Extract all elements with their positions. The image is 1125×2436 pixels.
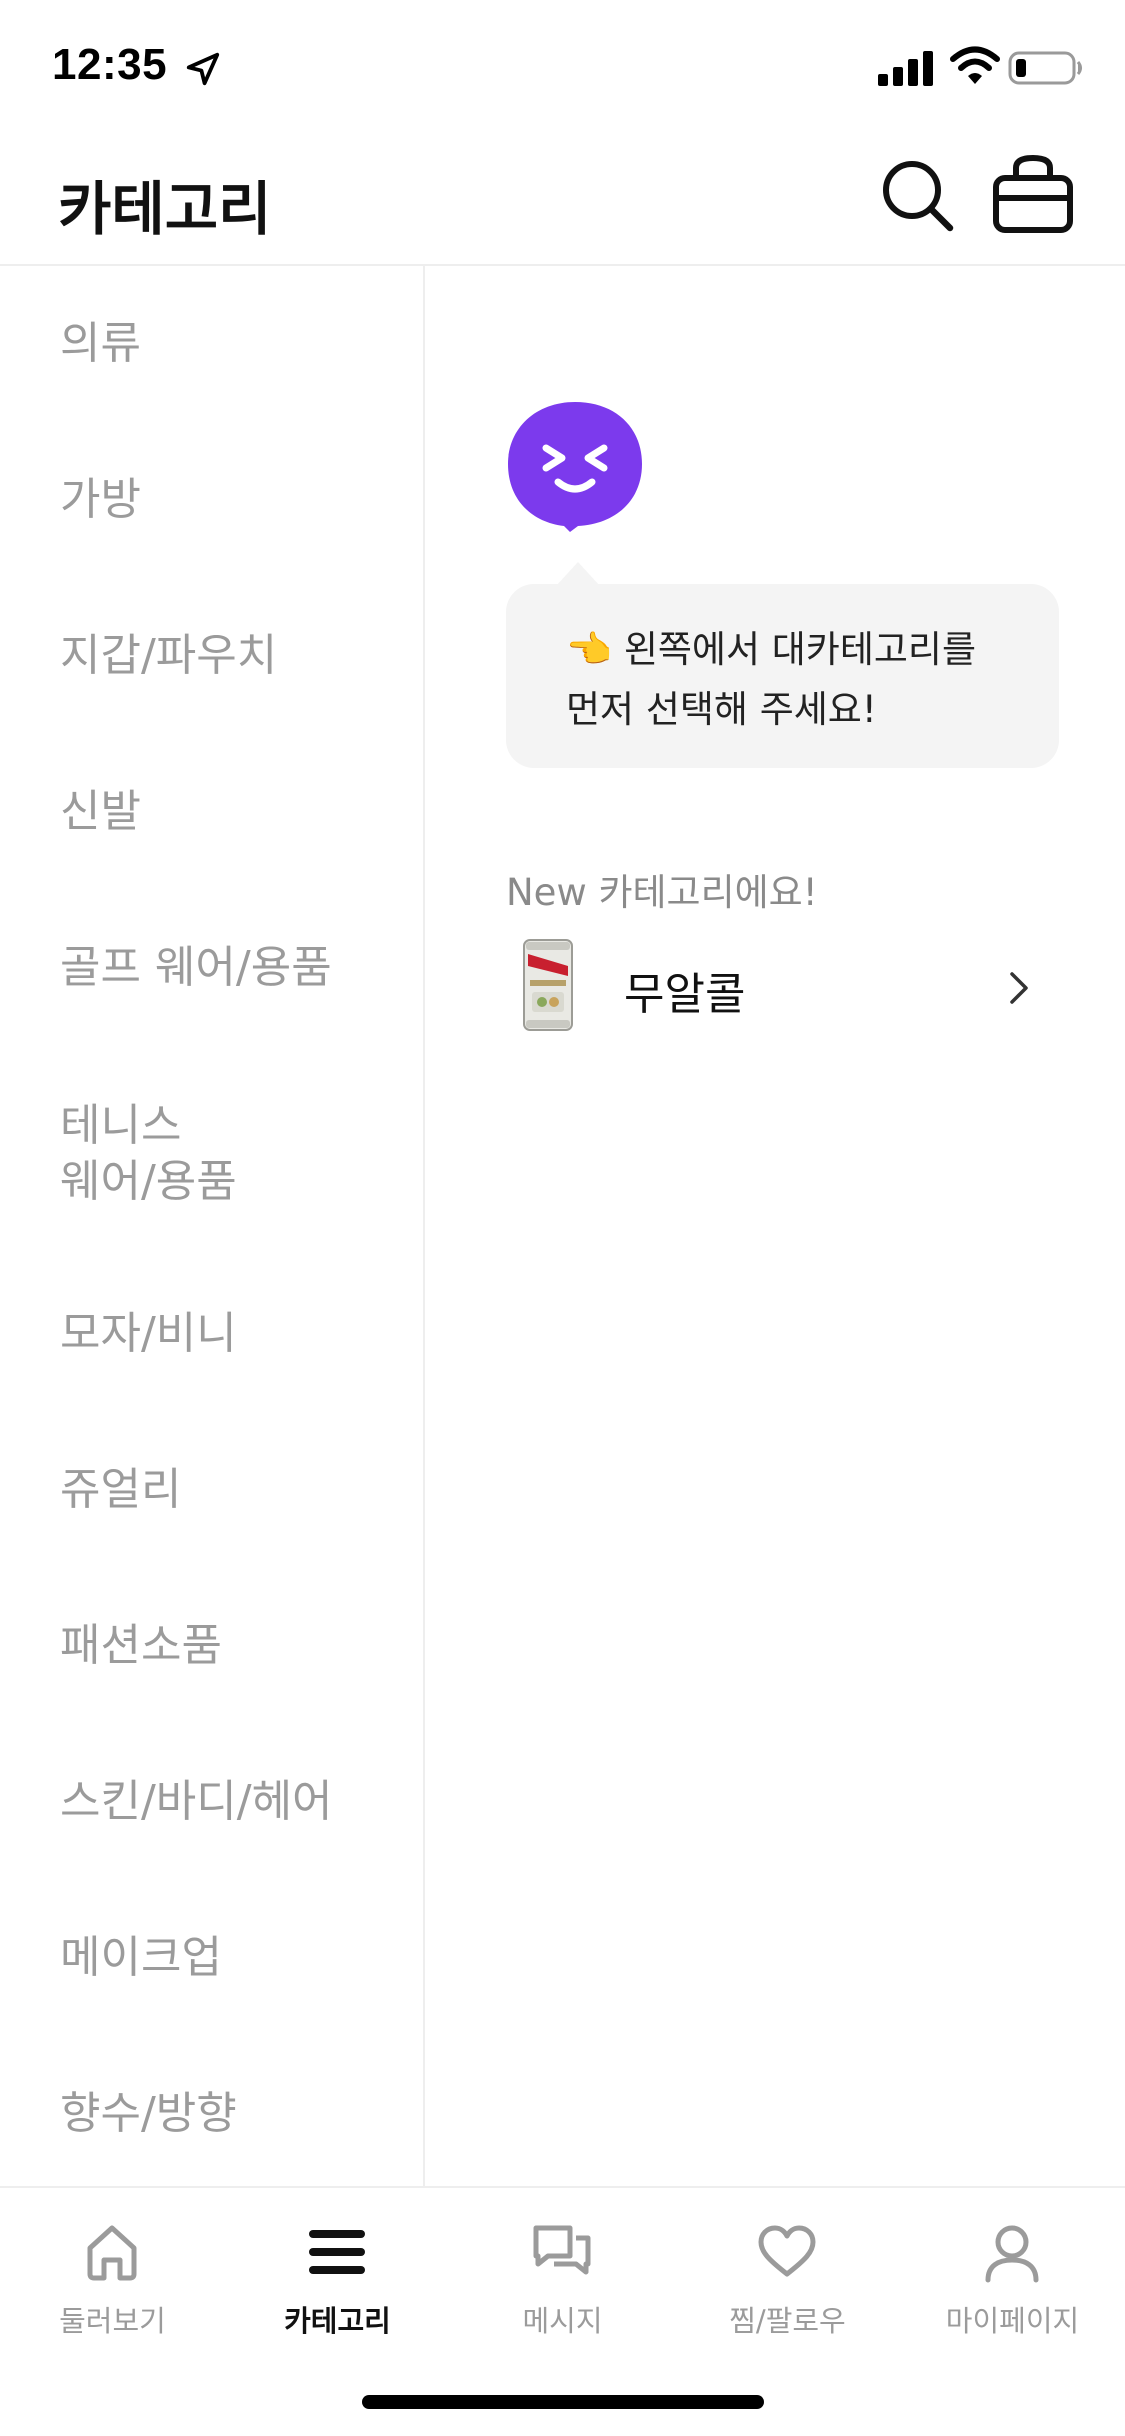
heart-icon bbox=[758, 2225, 816, 2277]
home-indicator bbox=[362, 2395, 764, 2409]
new-category-item[interactable]: 무알콜 bbox=[506, 930, 1059, 1040]
status-bar: 12:35 bbox=[0, 0, 1125, 132]
category-item-hats[interactable]: 모자/비니 bbox=[60, 1306, 400, 1362]
tab-browse-label: 둘러보기 bbox=[59, 2304, 166, 2338]
bubble-tail bbox=[556, 562, 600, 586]
category-item-shoes[interactable]: 신발 bbox=[60, 784, 400, 840]
category-item-tennis-line1: 테니스 bbox=[60, 1100, 182, 1151]
page-title: 카테고리 bbox=[58, 175, 272, 243]
smiling-face-icon bbox=[508, 402, 642, 532]
new-category-label: 무알콜 bbox=[624, 969, 746, 1020]
guide-text-line2: 먼저 선택해 주세요! bbox=[566, 688, 877, 731]
chat-icon bbox=[533, 2225, 591, 2275]
user-icon bbox=[985, 2225, 1039, 2283]
category-item-jewelry[interactable]: 쥬얼리 bbox=[60, 1462, 400, 1518]
new-category-heading: New 카테고리에요! bbox=[506, 871, 818, 914]
category-item-clothing[interactable]: 의류 bbox=[60, 316, 400, 372]
shopping-bag-icon bbox=[993, 154, 1073, 233]
category-item-skin-body-hair[interactable]: 스킨/바디/헤어 bbox=[60, 1774, 400, 1830]
guide-text: 👈 왼쪽에서 대카테고리를 먼저 선택해 주세요! bbox=[566, 620, 1046, 740]
location-arrow-icon bbox=[186, 52, 220, 86]
category-item-bags[interactable]: 가방 bbox=[60, 472, 400, 528]
category-item-accessories[interactable]: 패션소품 bbox=[60, 1618, 400, 1674]
search-button[interactable] bbox=[876, 154, 960, 238]
chevron-right-icon bbox=[1010, 972, 1028, 1004]
category-item-makeup[interactable]: 메이크업 bbox=[60, 1930, 400, 1986]
category-page: 12:35 카테고리 의류 가방 지갑/파우치 신발 골프 웨어/용품 테니스 … bbox=[0, 0, 1125, 2436]
tab-mypage-label: 마이페이지 bbox=[945, 2304, 1080, 2338]
search-icon bbox=[883, 161, 954, 232]
wifi-icon bbox=[950, 46, 1000, 84]
tab-messages-label: 메시지 bbox=[522, 2304, 603, 2338]
signal-icon bbox=[878, 51, 933, 86]
guide-bubble: 👈 왼쪽에서 대카테고리를 먼저 선택해 주세요! bbox=[506, 584, 1059, 768]
tab-category[interactable]: 카테고리 bbox=[225, 2188, 450, 2358]
category-item-golf[interactable]: 골프 웨어/용품 bbox=[60, 940, 400, 996]
status-time: 12:35 bbox=[52, 40, 168, 89]
guide-text-line1: 👈 왼쪽에서 대카테고리를 bbox=[566, 628, 976, 671]
tab-wishlist[interactable]: 찜/팔로우 bbox=[675, 2188, 900, 2358]
tab-messages[interactable]: 메시지 bbox=[450, 2188, 675, 2358]
tab-browse[interactable]: 둘러보기 bbox=[0, 2188, 225, 2358]
battery-icon bbox=[1008, 51, 1082, 85]
beer-can-icon bbox=[523, 939, 573, 1031]
menu-icon bbox=[309, 2230, 365, 2274]
header: 카테고리 bbox=[0, 132, 1125, 266]
home-icon bbox=[87, 2225, 137, 2281]
tab-category-label: 카테고리 bbox=[284, 2304, 391, 2338]
tab-wishlist-label: 찜/팔로우 bbox=[729, 2304, 846, 2338]
tab-mypage[interactable]: 마이페이지 bbox=[900, 2188, 1125, 2358]
category-item-tennis-line2: 웨어/용품 bbox=[60, 1156, 237, 1207]
category-item-fragrance[interactable]: 향수/방향 bbox=[60, 2086, 400, 2142]
category-sidebar: 의류 가방 지갑/파우치 신발 골프 웨어/용품 테니스 웨어/용품 모자/비니… bbox=[0, 266, 425, 2186]
category-item-wallets[interactable]: 지갑/파우치 bbox=[60, 628, 400, 684]
cart-button[interactable] bbox=[990, 152, 1076, 238]
